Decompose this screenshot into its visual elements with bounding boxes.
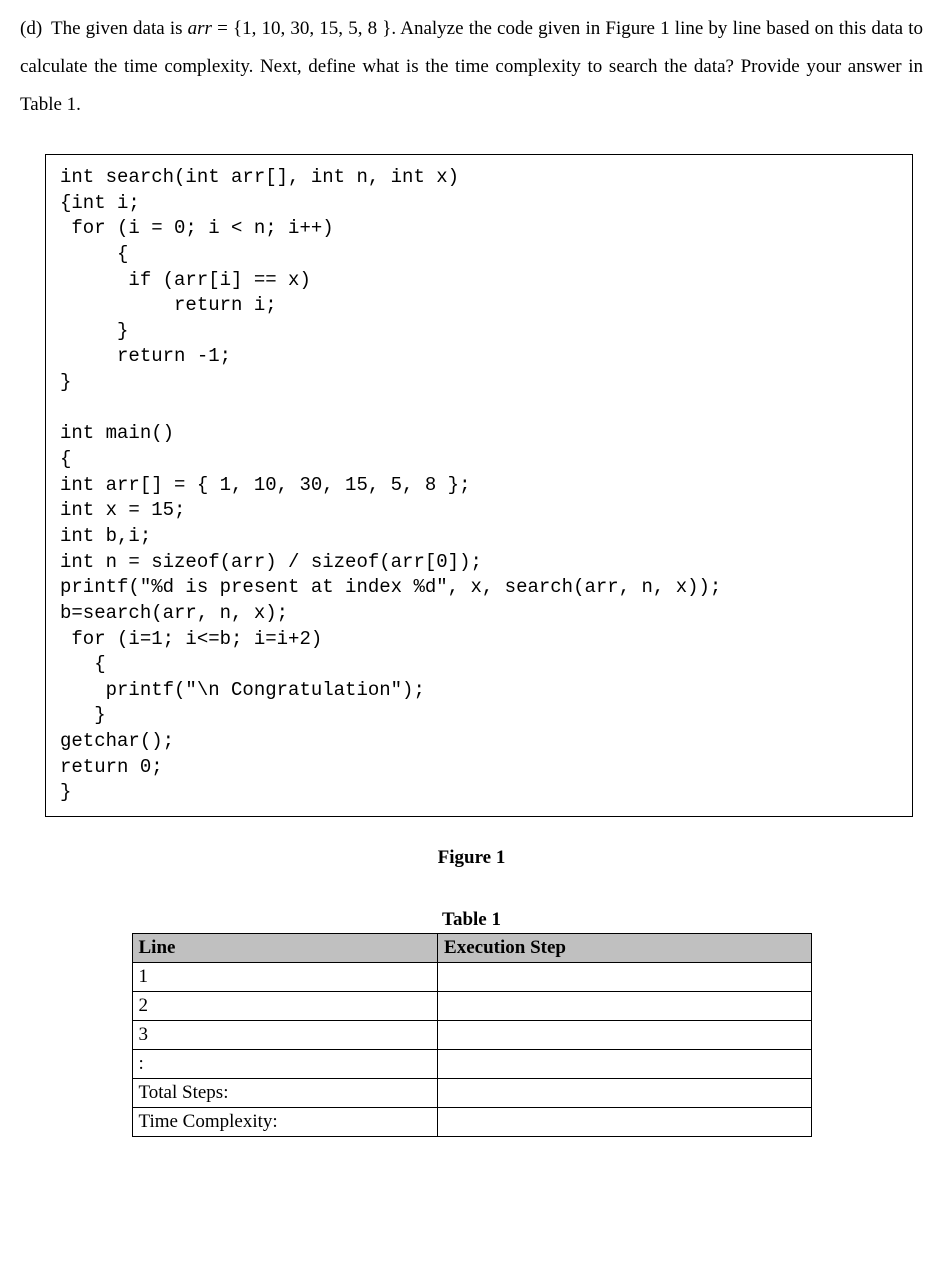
code-figure: int search(int arr[], int n, int x) {int… (45, 154, 913, 817)
cell-line: 3 (132, 1021, 438, 1050)
question-label: (d) (20, 10, 42, 48)
cell-line: Time Complexity: (132, 1108, 438, 1137)
table-row: Time Complexity: (132, 1108, 811, 1137)
figure-caption: Figure 1 (20, 847, 923, 869)
cell-exec (438, 1108, 811, 1137)
cell-exec (438, 992, 811, 1021)
cell-exec (438, 1021, 811, 1050)
cell-line: Total Steps: (132, 1079, 438, 1108)
question-text: (d) The given data is arr = {1, 10, 30, … (20, 10, 923, 124)
table-row: : (132, 1050, 811, 1079)
table-row: 3 (132, 1021, 811, 1050)
cell-exec (438, 963, 811, 992)
arr-variable: arr (188, 18, 212, 39)
table-row: Total Steps: (132, 1079, 811, 1108)
table-caption: Table 1 (20, 909, 923, 931)
table-header-exec: Execution Step (438, 934, 811, 963)
cell-line: : (132, 1050, 438, 1079)
table-header-line: Line (132, 934, 438, 963)
cell-line: 1 (132, 963, 438, 992)
cell-line: 2 (132, 992, 438, 1021)
cell-exec (438, 1079, 811, 1108)
question-part1: The given data is (51, 18, 188, 39)
cell-exec (438, 1050, 811, 1079)
table-row: 2 (132, 992, 811, 1021)
table-row: 1 (132, 963, 811, 992)
answer-table: Line Execution Step 1 2 3 : Total Steps:… (132, 933, 812, 1137)
